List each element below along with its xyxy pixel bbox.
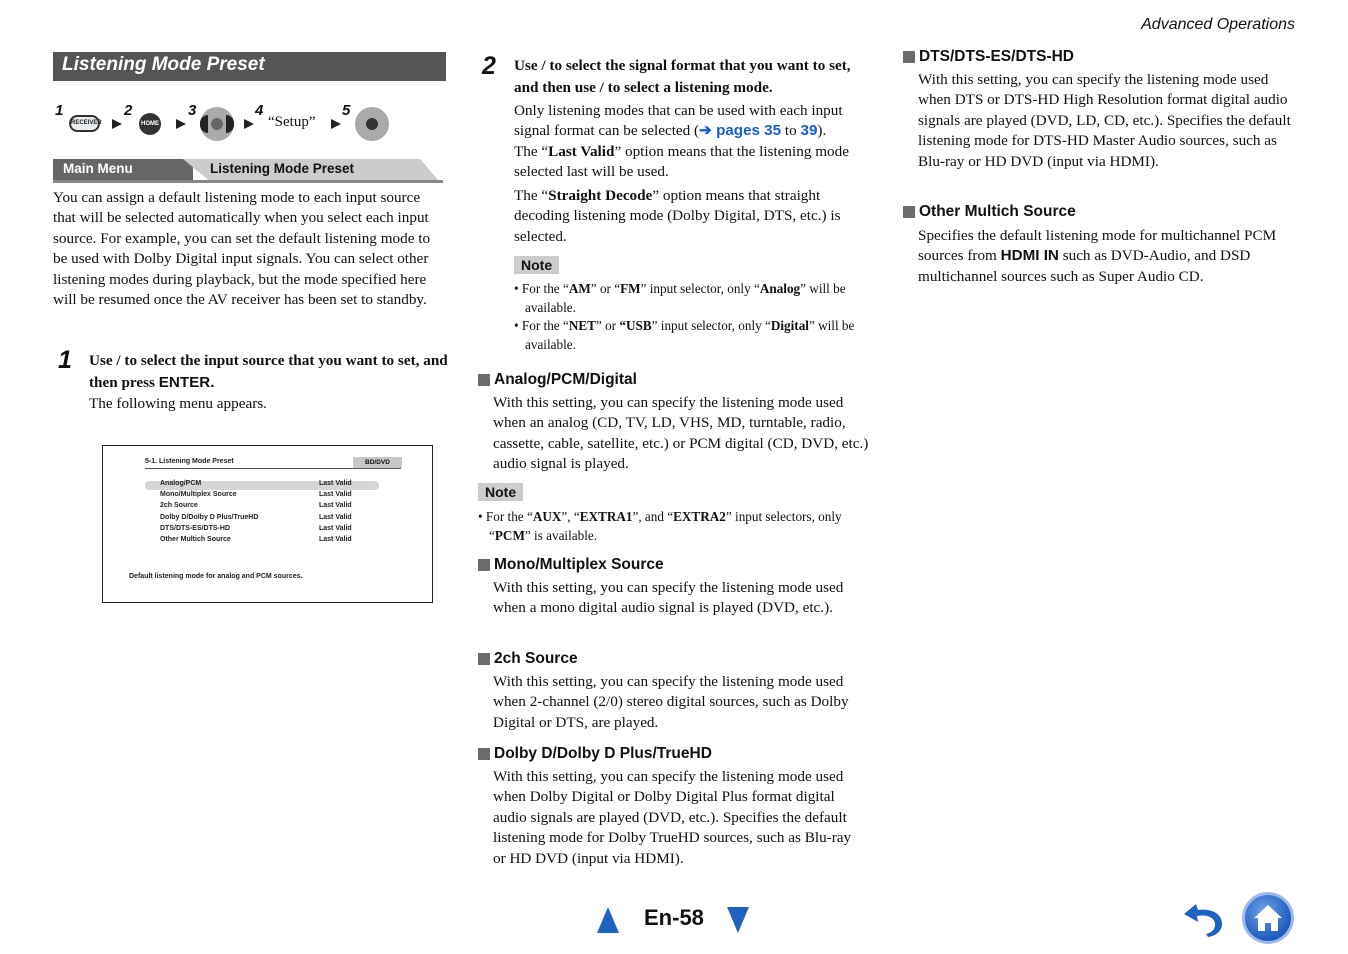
- enter-key-label: ENTER.: [158, 373, 215, 391]
- step-num: 4: [255, 102, 264, 119]
- note-item: • For the “AUX”, “EXTRA1”, and “EXTRA2” …: [478, 509, 842, 543]
- section-heading: Mono/Multiplex Source: [478, 555, 664, 575]
- intro-paragraph: You can assign a default listening mode …: [53, 189, 431, 309]
- page-number: En-58: [644, 905, 704, 930]
- screen-item-value: Last Valid: [319, 491, 352, 498]
- section-body: With this setting, you can specify the l…: [493, 394, 869, 473]
- square-bullet-icon: [478, 748, 490, 760]
- section-body: With this setting, you can specify the l…: [493, 673, 849, 731]
- section-heading: Analog/PCM/Digital: [478, 370, 637, 390]
- screen-item: Mono/Multiplex Source: [160, 491, 237, 498]
- note-list: • For the “AM” or “FM” input selector, o…: [514, 280, 874, 354]
- text: The “: [514, 143, 549, 160]
- section-body: With this setting, you can specify the l…: [493, 768, 852, 867]
- note-item: • For the “NET” or “USB” input selector,…: [514, 318, 855, 352]
- note-label: Note: [514, 256, 560, 274]
- section-heading: Dolby D/Dolby D Plus/TrueHD: [478, 744, 712, 764]
- step-number: 2: [482, 52, 496, 80]
- bold-text: Last Valid: [548, 143, 615, 160]
- prev-page-icon[interactable]: [597, 907, 619, 933]
- home-button-icon: HOME: [139, 113, 161, 135]
- screen-item: Other Multich Source: [160, 536, 231, 543]
- screen-title: 5-1. Listening Mode Preset: [145, 458, 234, 465]
- square-bullet-icon: [903, 206, 915, 218]
- screen-item-value: Last Valid: [319, 514, 352, 521]
- screen-item: Dolby D/Dolby D Plus/TrueHD: [160, 514, 259, 521]
- step-num: 1: [55, 102, 64, 119]
- note-box: Note: [478, 483, 524, 502]
- screen-item: Analog/PCM: [160, 480, 202, 487]
- pages-link[interactable]: ➔ pages 35: [699, 122, 781, 139]
- screen-footer: Default listening mode for analog and PC…: [129, 573, 303, 580]
- square-bullet-icon: [903, 51, 915, 63]
- step-num: 5: [342, 102, 351, 119]
- text: to: [781, 122, 801, 140]
- home-icon[interactable]: [1242, 892, 1294, 944]
- breadcrumb-current: Listening Mode Preset: [183, 159, 438, 180]
- back-icon[interactable]: [1182, 896, 1230, 938]
- arrow-right-icon: [112, 119, 122, 129]
- receiver-button-icon: RECEIVER: [69, 115, 102, 132]
- step2-para3: The “Straight Decode” option means that …: [514, 186, 874, 247]
- square-bullet-icon: [478, 559, 490, 571]
- square-bullet-icon: [478, 374, 490, 386]
- menu-breadcrumb: Main Menu Listening Mode Preset: [53, 159, 443, 183]
- section-body: With this setting, you can specify the l…: [493, 579, 844, 617]
- arrow-right-icon: [331, 119, 341, 129]
- section-heading: 2ch Source: [478, 649, 578, 669]
- setup-label: “Setup”: [268, 114, 316, 130]
- step2-heading: Use / to select the signal format that y…: [514, 57, 851, 96]
- step1-body: The following menu appears.: [89, 395, 267, 412]
- section-heading: Other Multich Source: [903, 202, 1076, 222]
- section-body: Specifies the default listening mode for…: [918, 227, 1277, 285]
- step-num: 3: [188, 102, 197, 119]
- dpad-enter-icon: [355, 107, 389, 141]
- arrow-right-icon: [176, 119, 186, 129]
- remote-steps: 1 RECEIVER 2 HOME 3 4 “Setup” 5: [55, 102, 455, 142]
- screen-item-value: Last Valid: [319, 502, 352, 509]
- text: ).: [817, 122, 827, 140]
- bold-text: Straight Decode: [548, 187, 653, 204]
- page-title: Listening Mode Preset: [53, 52, 446, 81]
- step2-para2: The “Last Valid” option means that the l…: [514, 142, 859, 183]
- section-heading: DTS/DTS-ES/DTS-HD: [903, 47, 1074, 67]
- section-header: Advanced Operations: [1141, 16, 1295, 33]
- menu-screen-preview: 5-1. Listening Mode Preset BD/DVD Analog…: [102, 445, 433, 603]
- screen-item: DTS/DTS-ES/DTS-HD: [160, 525, 230, 532]
- page-39-link[interactable]: 39: [801, 122, 818, 139]
- step1-heading: Use / to select the input source that yo…: [89, 350, 449, 393]
- screen-item-value: Last Valid: [319, 480, 352, 487]
- note-box: Note: [514, 256, 560, 275]
- note-label: Note: [478, 483, 524, 501]
- breadcrumb-main-menu: Main Menu: [53, 159, 193, 180]
- step-num: 2: [124, 102, 133, 119]
- section-body: With this setting, you can specify the l…: [918, 71, 1291, 170]
- screen-input-badge: BD/DVD: [353, 457, 402, 468]
- arrow-right-icon: [244, 119, 254, 129]
- dpad-left-right-icon: [200, 107, 234, 141]
- screen-item-value: Last Valid: [319, 525, 352, 532]
- text: The “: [514, 187, 549, 204]
- step1-heading-text: Use / to select the input source that yo…: [89, 352, 448, 391]
- screen-item-value: Last Valid: [319, 536, 352, 543]
- screen-item: 2ch Source: [160, 502, 198, 509]
- step-number: 1: [58, 346, 72, 374]
- note-item: • For the “AM” or “FM” input selector, o…: [514, 281, 846, 315]
- step2-para1: Only listening modes that can be used wi…: [514, 101, 874, 142]
- next-page-icon[interactable]: [727, 907, 749, 933]
- square-bullet-icon: [478, 653, 490, 665]
